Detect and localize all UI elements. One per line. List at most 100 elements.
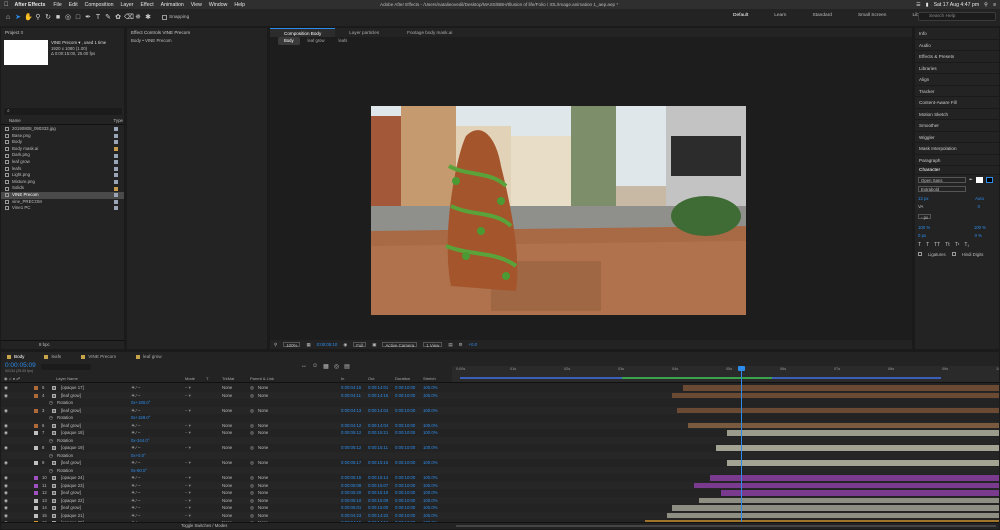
bpc-label[interactable]: 8 bpc [39,342,50,347]
layer-row[interactable]: ◉ 13 [opaque 22] ☀ ∕ – – ▾ None ◎ None 0:00:05:1… [1,496,999,505]
label-color[interactable] [34,408,38,413]
font-family-select[interactable]: Open Sans [918,177,966,183]
timeline-tab[interactable]: Body [7,352,24,361]
region-icon[interactable]: ▣ [372,342,376,348]
label-swatch[interactable] [114,153,118,158]
stretch-value[interactable]: 100.0% [423,392,438,400]
zoom-slider[interactable] [456,525,996,527]
property-row[interactable]: ◷ Rotation 0x-344.0° [1,436,999,444]
header-duration[interactable]: Duration [395,376,410,381]
out-time[interactable]: 0:00:15:11 [368,444,388,452]
clone-tool-icon[interactable]: ✿ [114,13,122,22]
header-stretch[interactable]: Stretch [423,376,436,381]
panel-wiggler[interactable]: Wiggler [915,132,999,143]
out-time[interactable]: 0:00:14:15 [368,392,388,400]
layer-switches-icon[interactable]: ☀ ∕ – [131,512,140,520]
comp-tab[interactable]: Composition Body [270,28,336,37]
label-color[interactable] [34,506,38,510]
layer-duration-bar[interactable] [672,505,999,511]
duration-value[interactable]: 0:00:10:00 [395,497,415,505]
duration-value[interactable]: 0:00:10:00 [395,459,415,467]
layer-row[interactable]: ◉ 11 [opaque 23] ☀ ∕ – – ▾ None ◎ None 0:00:05:0… [1,481,999,490]
hindi-digits-checkbox[interactable] [951,252,956,256]
layer-duration-bar[interactable] [710,475,999,481]
comp-breadcrumb[interactable]: leafs [333,37,354,45]
pickwhip-icon[interactable]: ◎ [250,429,254,437]
layer-duration-bar[interactable] [672,392,999,398]
label-swatch[interactable] [114,133,118,138]
layer-switches-icon[interactable]: ☀ ∕ – [131,422,140,430]
pickwhip-icon[interactable]: ◎ [250,459,254,467]
label-color[interactable] [34,513,38,518]
stretch-value[interactable]: 100.0% [423,429,438,437]
roto-tool-icon[interactable]: ✵ [134,13,142,22]
mode-dropdown[interactable]: – ▾ [185,429,191,437]
trkmat-value[interactable]: None [222,482,232,490]
parent-dropdown[interactable]: None [258,384,268,392]
layer-name[interactable]: [leaf grow] [61,489,81,497]
visibility-icon[interactable]: ◉ [4,459,8,467]
comp-tab[interactable]: Footage body mask.ai [393,28,466,37]
layer-duration-bar[interactable] [688,422,999,428]
in-time[interactable]: 0:00:05:01 [341,504,361,512]
in-time[interactable]: 0:00:05:10 [341,497,361,505]
stretch-value[interactable]: 100.0% [423,384,438,392]
project-item[interactable]: Base.png [1,133,124,140]
parent-dropdown[interactable]: None [258,512,268,520]
workspace-small-screen[interactable]: Small Screen [845,13,900,18]
project-item[interactable]: Body [1,139,124,146]
out-time[interactable]: 0:00:15:00 [368,504,388,512]
layer-duration-bar[interactable] [666,512,999,518]
fill-color-swatch[interactable] [975,177,983,183]
duration-value[interactable]: 0:00:10:00 [395,407,415,415]
trkmat-value[interactable]: None [222,504,232,512]
duration-value[interactable]: 0:00:10:00 [395,429,415,437]
visibility-icon[interactable]: ◉ [4,407,8,415]
camera-tool-icon[interactable]: ■ [54,13,62,22]
menu-help[interactable]: Help [234,2,245,8]
layer-duration-bar[interactable] [699,497,999,503]
selection-tool-icon[interactable]: ➤ [14,13,22,22]
panel-libraries[interactable]: Libraries [915,63,999,74]
project-item[interactable]: leaf grow [1,159,124,166]
layer-row[interactable]: ◉ 15 [opaque 21] ☀ ∕ – – ▾ None ◎ None 0:00:04:2… [1,511,999,520]
trkmat-value[interactable]: None [222,384,232,392]
layer-row[interactable]: ◉ 12 [leaf grow] ☀ ∕ – – ▾ None ◎ None 0:00:05:2… [1,489,999,497]
pen-tool-icon[interactable]: ✒ [84,13,92,22]
tracking-value[interactable]: 0 [978,204,980,209]
layer-switches-icon[interactable]: ☀ ∕ – [131,392,140,400]
pickwhip-icon[interactable]: ◎ [250,482,254,490]
label-color[interactable] [34,431,38,435]
pickwhip-icon[interactable]: ◎ [250,422,254,430]
baseline-shift-value[interactable]: 0 px [918,233,926,238]
pickwhip-icon[interactable]: ◎ [250,512,254,520]
project-item[interactable]: Vine1 PC [1,205,124,212]
pickwhip-icon[interactable]: ◎ [250,444,254,452]
layer-row[interactable]: ◉ 5 [opaque 17] ☀ ∕ – – ▾ None ◎ None 0:00:04:15… [1,384,999,392]
trkmat-value[interactable]: None [222,392,232,400]
menu-animation[interactable]: Animation [161,2,184,8]
out-time[interactable]: 0:00:15:14 [368,474,388,482]
property-value[interactable]: 0x+180.0° [131,399,151,407]
mode-dropdown[interactable]: – ▾ [185,504,191,512]
project-item[interactable]: VINE Precom [1,191,124,199]
faux-bold-button[interactable]: T [918,242,921,248]
parent-dropdown[interactable]: None [258,422,268,430]
menu-window[interactable]: Window [209,2,227,8]
header-trkmat[interactable]: TrkMat [222,376,234,381]
hand-tool-icon[interactable]: ✋ [24,13,33,22]
parent-dropdown[interactable]: None [258,392,268,400]
layer-row[interactable]: ◉ 14 [leaf grow] ☀ ∕ – – ▾ None ◎ None 0:00:05:0… [1,504,999,512]
property-value[interactable]: 0x+0.0° [131,452,146,460]
visibility-icon[interactable]: ◉ [4,482,8,490]
visibility-icon[interactable]: ◉ [4,384,8,392]
eyedropper-icon[interactable]: ✒ [969,177,973,183]
layer-duration-bar[interactable] [677,407,999,413]
exposure-value[interactable]: +0.0 [468,342,477,347]
layer-duration-bar[interactable] [726,430,999,436]
current-time[interactable]: 0:00:05:09 [5,362,36,369]
leading-value[interactable]: Auto [975,196,984,201]
panel-effects-presets[interactable]: Effects & Presets [915,51,999,63]
panel-content-aware-fill[interactable]: Content-Aware Fill [915,97,999,109]
magnify-icon[interactable]: ⚲ [274,342,277,348]
